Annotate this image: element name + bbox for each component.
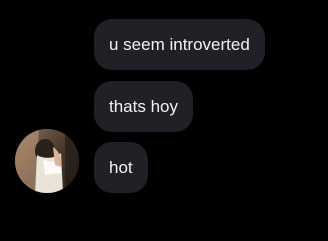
message-bubble[interactable]: u seem introverted [94, 19, 265, 70]
avatar-photo-icon [15, 129, 79, 193]
message-bubble[interactable]: hot [94, 142, 148, 193]
message-text: u seem introverted [109, 34, 250, 54]
avatar[interactable] [15, 129, 79, 193]
message-text: thats hoy [109, 96, 178, 116]
message-text: hot [109, 157, 133, 177]
message-bubble[interactable]: thats hoy [94, 81, 193, 132]
